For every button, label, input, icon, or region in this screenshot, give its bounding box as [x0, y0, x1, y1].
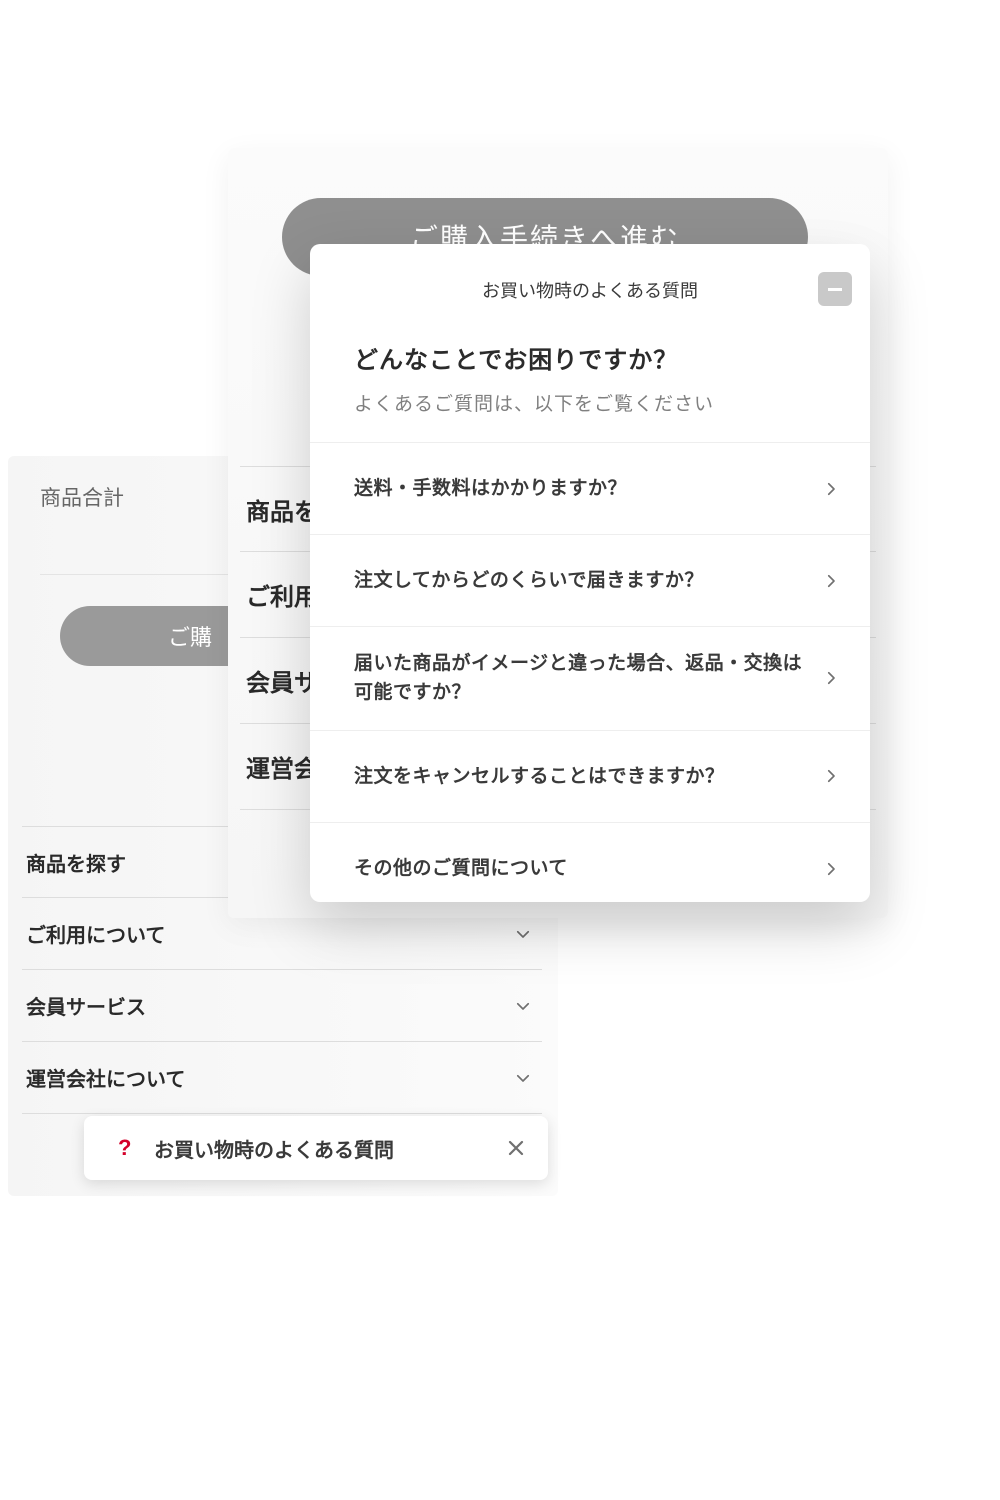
chevron-right-icon [822, 480, 840, 498]
footer-menu-label: 商品を [246, 492, 318, 527]
chevron-down-icon [514, 997, 532, 1015]
faq-question-text: 注文してからどのくらいで届きますか？ [354, 566, 704, 595]
footer-menu-item[interactable]: 会員サービス [22, 970, 542, 1042]
footer-menu-label: 運営会 [246, 749, 318, 784]
faq-question-list: 送料・手数料はかかりますか？ 注文してからどのくらいで届きますか？ 届いた商品が… [310, 442, 870, 902]
chevron-down-icon [514, 925, 532, 943]
footer-menu-label: ご利用 [246, 577, 318, 612]
faq-question-item[interactable]: 送料・手数料はかかりますか？ [310, 443, 870, 535]
footer-menu-item[interactable]: 運営会社について [22, 1042, 542, 1114]
minimize-button[interactable] [818, 272, 852, 306]
footer-menu-label: 会員サ [246, 663, 318, 698]
faq-question-item[interactable]: 注文をキャンセルすることはできますか？ [310, 731, 870, 823]
faq-heading: どんなことでお困りですか？ [354, 340, 826, 375]
faq-chip[interactable]: ? お買い物時のよくある質問 [84, 1116, 548, 1180]
cart-total-label: 商品合計 [40, 482, 124, 512]
faq-question-item[interactable]: その他のご質問について [310, 823, 870, 902]
question-mark-icon: ? [118, 1135, 146, 1161]
faq-question-text: 注文をキャンセルすることはできますか？ [354, 762, 725, 791]
chevron-right-icon [822, 767, 840, 785]
footer-menu-label: 商品を探す [26, 848, 126, 877]
footer-menu-label: 運営会社について [26, 1063, 185, 1092]
faq-question-text: 送料・手数料はかかりますか？ [354, 474, 627, 503]
footer-menu-label: 会員サービス [26, 991, 146, 1020]
faq-question-text: その他のご質問について [354, 854, 568, 883]
faq-chip-label: お買い物時のよくある質問 [146, 1134, 504, 1163]
faq-question-item[interactable]: 注文してからどのくらいで届きますか？ [310, 535, 870, 627]
faq-lead: どんなことでお困りですか？ よくあるご質問は、以下をご覧ください [310, 340, 870, 442]
faq-question-text: 届いた商品がイメージと違った場合、返品・交換は可能ですか？ [354, 649, 804, 708]
chevron-right-icon [822, 669, 840, 687]
faq-subheading: よくあるご質問は、以下をご覧ください [354, 389, 826, 416]
faq-question-item[interactable]: 届いた商品がイメージと違った場合、返品・交換は可能ですか？ [310, 627, 870, 731]
chevron-down-icon [514, 1069, 532, 1087]
close-icon[interactable] [504, 1136, 528, 1160]
checkout-button-label: ご購 [168, 620, 212, 652]
faq-popup-title: お買い物時のよくある質問 [482, 277, 698, 303]
footer-menu-label: ご利用について [26, 919, 165, 948]
faq-popup: お買い物時のよくある質問 どんなことでお困りですか？ よくあるご質問は、以下をご… [310, 244, 870, 902]
chevron-right-icon [822, 572, 840, 590]
faq-popup-header: お買い物時のよくある質問 [310, 244, 870, 336]
chevron-right-icon [822, 860, 840, 878]
